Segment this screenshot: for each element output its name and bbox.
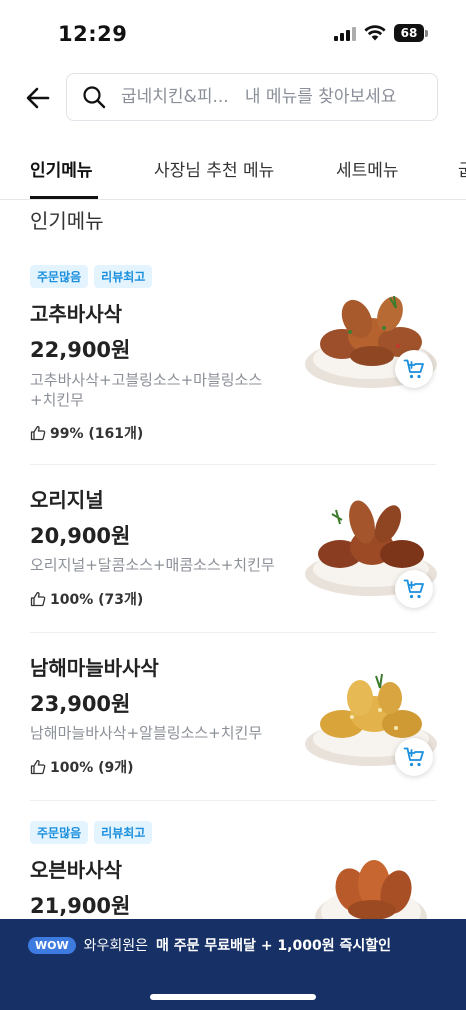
status-bar: 12:29 68 bbox=[0, 0, 466, 64]
wow-badge: WOW bbox=[28, 936, 76, 954]
item-description: 남해마늘바사삭+알블링소스+치킨무 bbox=[30, 724, 263, 742]
rating-text: 99% (161개) bbox=[50, 426, 144, 442]
item-price: 22,900원 bbox=[30, 338, 131, 362]
item-description: 고추바사삭+고블링소스+마블링소스+치킨무 bbox=[30, 371, 263, 409]
tab-next-partial[interactable]: 굽 bbox=[458, 156, 466, 181]
rating-text: 100% (73개) bbox=[50, 592, 144, 608]
divider bbox=[30, 464, 436, 465]
item-price: 20,900원 bbox=[30, 524, 131, 548]
item-name: 오리지널 bbox=[30, 488, 104, 512]
item-description: 오리지널+달콤소스+매콤소스+치킨무 bbox=[30, 556, 275, 574]
item-badges: 주문많음 리뷰최고 bbox=[30, 821, 153, 844]
add-to-cart-button[interactable] bbox=[395, 570, 433, 608]
add-to-cart-button[interactable] bbox=[395, 350, 433, 388]
item-name: 고추바사삭 bbox=[30, 302, 122, 326]
cart-plus-icon bbox=[403, 747, 424, 767]
section-title: 인기메뉴 bbox=[30, 209, 104, 233]
badge-popular-orders: 주문많음 bbox=[30, 821, 89, 844]
home-indicator bbox=[150, 994, 316, 1000]
thumbs-up-icon bbox=[30, 425, 46, 441]
battery-level: 68 bbox=[394, 24, 424, 42]
tab-owner-recommended[interactable]: 사장님 추천 메뉴 bbox=[154, 156, 274, 181]
badge-popular-orders: 주문많음 bbox=[30, 265, 89, 288]
add-to-cart-button[interactable] bbox=[395, 738, 433, 776]
item-rating: 99% (161개) bbox=[30, 423, 143, 443]
battery-icon: 68 bbox=[394, 24, 428, 42]
item-badges: 주문많음 리뷰최고 bbox=[30, 265, 153, 288]
wifi-icon bbox=[364, 25, 386, 41]
item-rating: 100% (73개) bbox=[30, 589, 143, 609]
badge-top-review: 리뷰최고 bbox=[94, 821, 153, 844]
search-bar[interactable] bbox=[66, 73, 438, 121]
cart-plus-icon bbox=[403, 359, 424, 379]
cellular-signal-icon bbox=[334, 25, 356, 41]
status-icons: 68 bbox=[334, 24, 428, 42]
item-price: 21,900원 bbox=[30, 894, 131, 918]
thumbs-up-icon bbox=[30, 591, 46, 607]
search-icon bbox=[81, 84, 107, 110]
rating-text: 100% (9개) bbox=[50, 760, 134, 776]
menu-tabs: 인기메뉴 사장님 추천 메뉴 세트메뉴 굽 bbox=[0, 140, 466, 200]
promo-highlight: 매 주문 무료배달 + 1,000원 즉시할인 bbox=[156, 938, 391, 954]
tab-popular-menu[interactable]: 인기메뉴 bbox=[30, 156, 93, 181]
search-input[interactable] bbox=[121, 87, 421, 107]
status-time: 12:29 bbox=[58, 22, 128, 46]
item-name: 남해마늘바사삭 bbox=[30, 656, 159, 680]
tab-set-menu[interactable]: 세트메뉴 bbox=[336, 156, 399, 181]
item-name: 오븐바사삭 bbox=[30, 858, 122, 882]
back-button[interactable] bbox=[22, 82, 54, 114]
promo-text: 와우회원은 bbox=[83, 938, 149, 954]
thumbs-up-icon bbox=[30, 759, 46, 775]
arrow-left-icon bbox=[26, 87, 50, 109]
cart-plus-icon bbox=[403, 579, 424, 599]
active-tab-indicator bbox=[30, 196, 98, 199]
item-rating: 100% (9개) bbox=[30, 757, 134, 777]
wow-promo-banner[interactable]: WOW 와우회원은 매 주문 무료배달 + 1,000원 즉시할인 bbox=[0, 919, 466, 1010]
promo-row: WOW 와우회원은 매 주문 무료배달 + 1,000원 즉시할인 bbox=[28, 935, 391, 955]
item-price: 23,900원 bbox=[30, 692, 131, 716]
badge-top-review: 리뷰최고 bbox=[94, 265, 153, 288]
divider bbox=[30, 632, 436, 633]
divider bbox=[30, 800, 436, 801]
